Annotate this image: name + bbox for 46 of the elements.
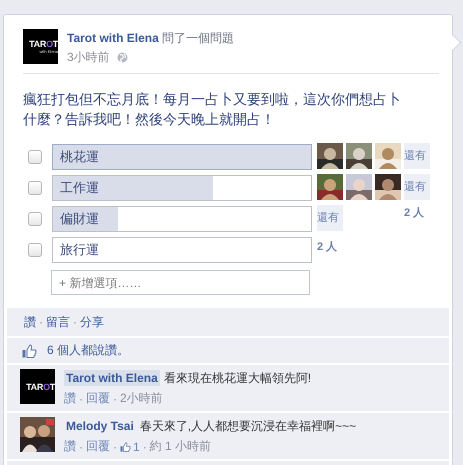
thumbs-up-icon xyxy=(22,344,37,358)
separator-dot: · xyxy=(39,315,43,329)
option-checkbox[interactable] xyxy=(28,150,42,164)
likes-summary[interactable]: 6 個人都說讚。 xyxy=(47,342,130,359)
author-link[interactable]: Tarot with Elena xyxy=(67,31,159,45)
comment-time[interactable]: 約 1 小時前 xyxy=(150,438,212,455)
logo-text: TAROT xyxy=(29,38,58,48)
add-option-field[interactable]: + 新增選項…… xyxy=(51,270,310,295)
separator-dot: · xyxy=(113,392,117,406)
commenter-avatar[interactable]: TAROT xyxy=(20,369,55,404)
comment-time[interactable]: 2小時前 xyxy=(120,390,163,407)
action-link[interactable]: 讚 xyxy=(24,314,36,330)
vote-count[interactable]: 2 人 xyxy=(317,236,343,262)
commenter-name[interactable]: Tarot with Elena xyxy=(64,370,160,386)
comment-like-count[interactable]: 1 xyxy=(133,440,140,454)
separator-dot: · xyxy=(79,440,83,454)
separator-dot: · xyxy=(79,392,83,406)
post-action: 問了一個問題 xyxy=(162,31,234,45)
separator-dot: · xyxy=(142,440,147,454)
option-bar[interactable]: 偏財運 xyxy=(52,206,312,232)
option-bar[interactable]: 桃花運 xyxy=(52,144,312,170)
comment-action-link[interactable]: 讚 xyxy=(64,438,76,455)
more-voters-link[interactable]: 還有 xyxy=(404,143,430,169)
thumbs-up-icon xyxy=(120,442,131,452)
option-checkbox[interactable] xyxy=(28,212,42,226)
more-voters-link[interactable]: 還有 xyxy=(317,205,343,231)
comment-text: 春天來了,人人都想要沉浸在幸福裡啊~~~ xyxy=(140,418,356,434)
more-voters-link[interactable]: 還有 xyxy=(404,174,430,200)
commenter-name[interactable]: Melody Tsai xyxy=(64,418,136,434)
action-link[interactable]: 留言 xyxy=(46,314,70,330)
comment-action-link[interactable]: 回覆 xyxy=(86,438,110,455)
option-bar[interactable]: 旅行運 xyxy=(52,236,312,262)
separator-dot: · xyxy=(73,315,77,329)
comment-action-link[interactable]: 讚 xyxy=(64,390,76,407)
logo-text: TAROT xyxy=(26,382,55,392)
post-text: 瘋狂打包但不忘月底！每月一占卜又要到啦，這次你們想占卜什麼？告訴我吧！然後今天晚上就開占！ xyxy=(23,90,402,129)
comment-action-link[interactable]: 回覆 xyxy=(86,390,110,407)
option-checkbox[interactable] xyxy=(28,242,42,256)
separator-dot: · xyxy=(113,440,117,454)
vote-count[interactable]: 2 人 xyxy=(404,202,430,228)
option-bar[interactable]: 工作運 xyxy=(52,174,312,200)
option-checkbox[interactable] xyxy=(28,180,42,194)
action-link[interactable]: 分享 xyxy=(80,314,104,330)
globe-icon xyxy=(116,52,128,63)
comment-text: 看來現在桃花運大幅領先阿! xyxy=(164,370,312,386)
post-time[interactable]: 3小時前 xyxy=(67,49,110,66)
